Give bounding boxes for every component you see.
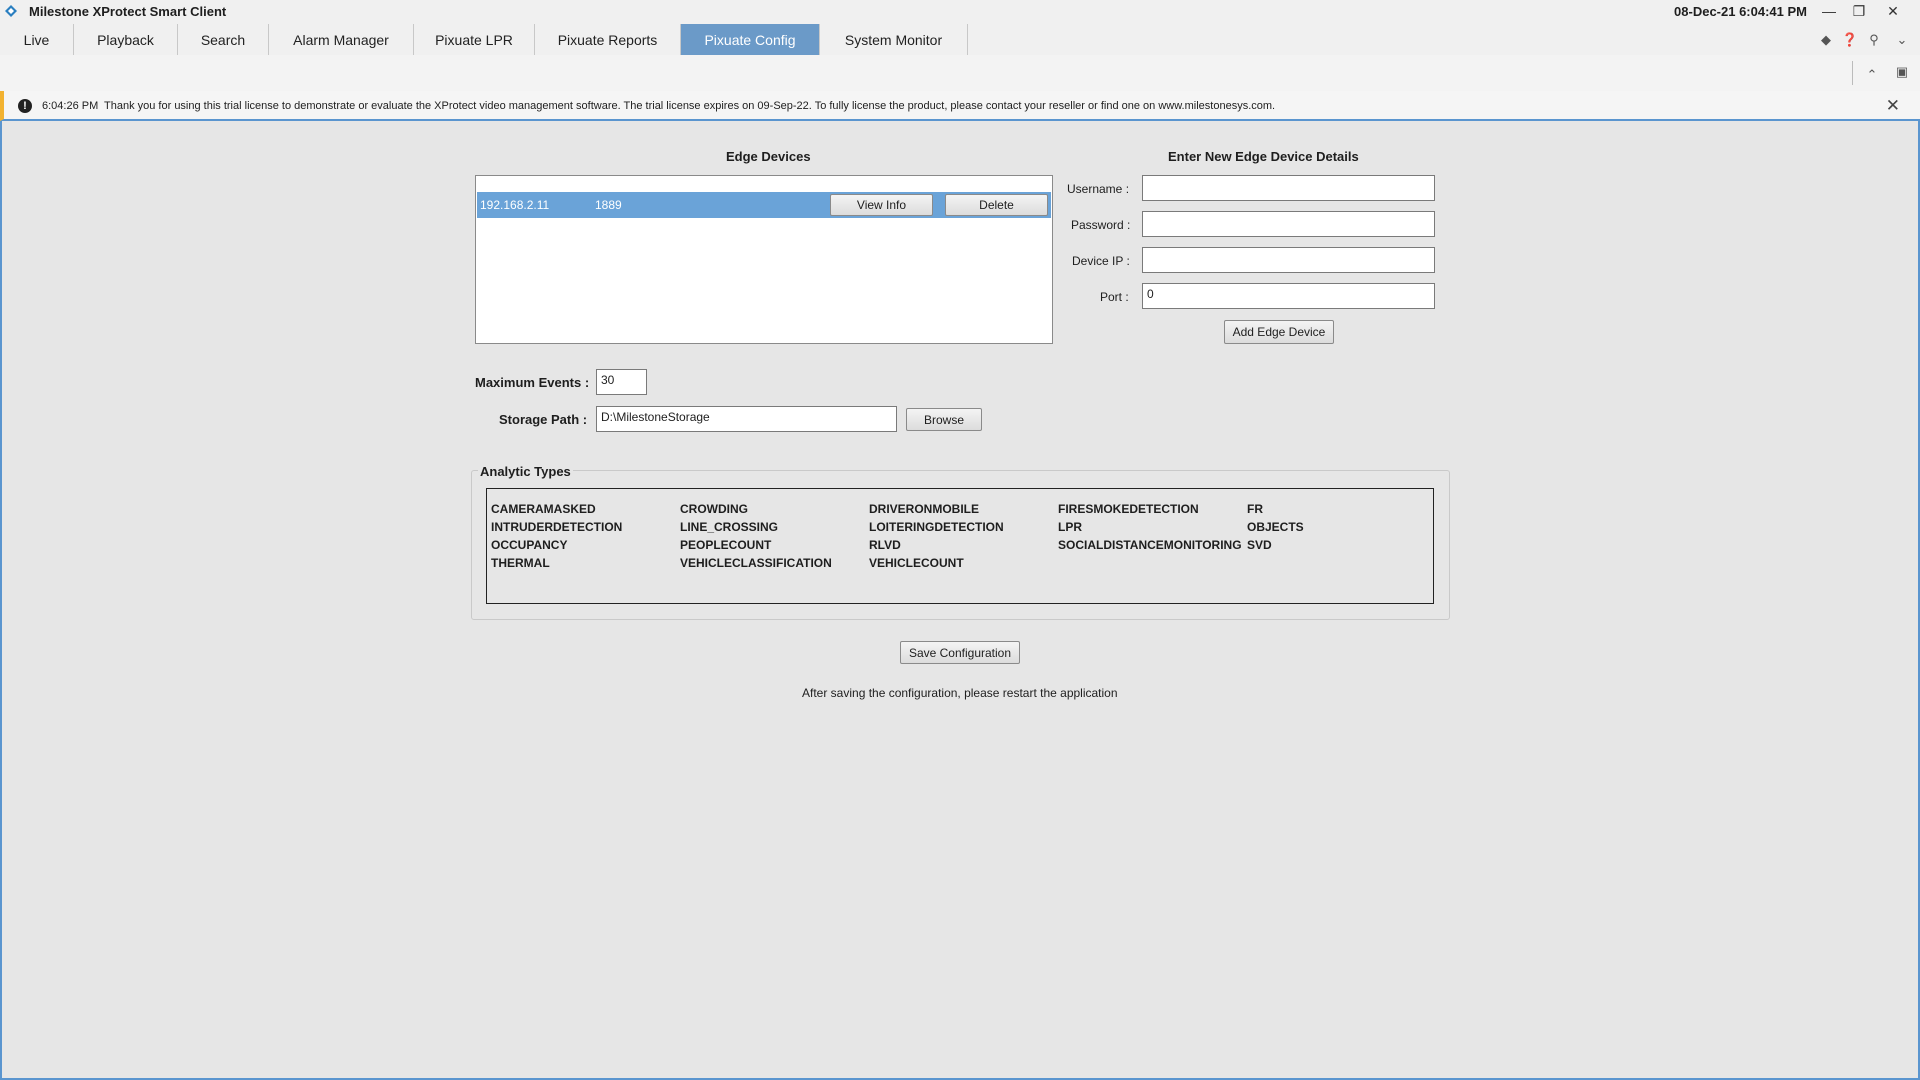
save-configuration-button[interactable]: Save Configuration <box>900 641 1020 664</box>
connection-icon[interactable]: ◆ <box>1818 32 1834 48</box>
analytic-type: LOITERINGDETECTION <box>869 520 1004 534</box>
analytic-type: LINE_CROSSING <box>680 520 779 534</box>
add-edge-device-button[interactable]: Add Edge Device <box>1224 320 1334 344</box>
minimize-icon[interactable]: — <box>1814 0 1844 22</box>
clock: 08-Dec-21 6:04:41 PM <box>1674 4 1807 19</box>
tab-playback[interactable]: Playback <box>74 24 178 55</box>
toolbar-divider <box>1852 61 1853 85</box>
port-label: Port : <box>1100 290 1129 304</box>
collapse-up-icon[interactable]: ⌃ <box>1864 67 1880 83</box>
key-icon[interactable]: ⚲ <box>1866 32 1882 48</box>
storage-path-label: Storage Path : <box>499 412 588 427</box>
port-field[interactable]: 0 <box>1142 283 1435 309</box>
device-port: 1889 <box>595 198 622 212</box>
browse-button[interactable]: Browse <box>906 408 982 431</box>
max-events-label: Maximum Events : <box>475 375 590 390</box>
restore-icon[interactable]: ❐ <box>1844 0 1874 22</box>
username-label: Username : <box>1067 182 1130 196</box>
tab-system-monitor[interactable]: System Monitor <box>820 24 968 55</box>
notification-message: Thank you for using this trial license t… <box>104 100 1276 112</box>
help-icon[interactable]: ❓ <box>1842 32 1858 48</box>
analytic-type: INTRUDERDETECTION <box>491 520 623 534</box>
sub-toolbar: ⌃ ▣ <box>0 55 1920 91</box>
device-ip: 192.168.2.11 <box>480 198 550 212</box>
delete-button[interactable]: Delete <box>945 194 1048 216</box>
restart-note: After saving the configuration, please r… <box>802 686 1118 700</box>
trial-license-notification: ! 6:04:26 PM Thank you for using this tr… <box>0 91 1920 121</box>
warning-icon: ! <box>18 99 32 113</box>
analytic-type: THERMAL <box>491 556 550 570</box>
tab-pixuate-lpr[interactable]: Pixuate LPR <box>414 24 535 55</box>
title-bar: Milestone XProtect Smart Client 08-Dec-2… <box>0 0 1920 24</box>
device-ip-field[interactable] <box>1142 247 1435 273</box>
view-info-button[interactable]: View Info <box>830 194 933 216</box>
analytic-type: LPR <box>1058 520 1082 534</box>
tab-pixuate-config[interactable]: Pixuate Config <box>681 24 820 55</box>
analytic-type: SVD <box>1247 538 1272 552</box>
analytic-type: CROWDING <box>680 502 748 516</box>
analytic-types-title: Analytic Types <box>478 464 573 479</box>
max-events-field[interactable]: 30 <box>596 369 647 395</box>
close-window-icon[interactable]: ✕ <box>1878 0 1908 22</box>
device-ip-label: Device IP : <box>1072 254 1130 268</box>
analytic-type: SOCIALDISTANCEMONITORING <box>1058 538 1242 552</box>
tab-pixuate-reports[interactable]: Pixuate Reports <box>535 24 681 55</box>
analytic-type: FIRESMOKEDETECTION <box>1058 502 1199 516</box>
analytic-type: OBJECTS <box>1247 520 1304 534</box>
username-field[interactable] <box>1142 175 1435 201</box>
analytic-type: VEHICLECLASSIFICATION <box>680 556 832 570</box>
analytic-type: RLVD <box>869 538 901 552</box>
analytic-type: VEHICLECOUNT <box>869 556 964 570</box>
edge-devices-title: Edge Devices <box>726 149 811 164</box>
analytic-type: DRIVERONMOBILE <box>869 502 980 516</box>
analytic-type: PEOPLECOUNT <box>680 538 772 552</box>
app-title: Milestone XProtect Smart Client <box>29 4 227 19</box>
analytic-type: OCCUPANCY <box>491 538 568 552</box>
tab-search[interactable]: Search <box>178 24 269 55</box>
analytic-type: FR <box>1247 502 1263 516</box>
analytic-type: CAMERAMASKED <box>491 502 596 516</box>
close-icon[interactable]: ✕ <box>1886 96 1900 116</box>
workspace-tabs: Live Playback Search Alarm Manager Pixua… <box>0 24 1920 55</box>
tab-live[interactable]: Live <box>0 24 74 55</box>
list-item[interactable]: 192.168.2.11 1889 View Info Delete <box>477 192 1051 218</box>
analytic-types-list: CAMERAMASKED CROWDING DRIVERONMOBILE FIR… <box>486 488 1434 604</box>
password-label: Password : <box>1071 218 1131 232</box>
milestone-logo-icon <box>5 5 17 17</box>
edge-devices-list[interactable]: 192.168.2.11 1889 View Info Delete <box>475 175 1053 344</box>
fullscreen-icon[interactable]: ▣ <box>1894 64 1910 80</box>
storage-path-field[interactable]: D:\MilestoneStorage <box>596 406 897 432</box>
chevron-down-icon[interactable]: ⌄ <box>1894 32 1910 48</box>
tab-alarm-manager[interactable]: Alarm Manager <box>269 24 414 55</box>
notification-time: 6:04:26 PM <box>42 100 99 112</box>
password-field[interactable] <box>1142 211 1435 237</box>
new-device-title: Enter New Edge Device Details <box>1168 149 1359 164</box>
